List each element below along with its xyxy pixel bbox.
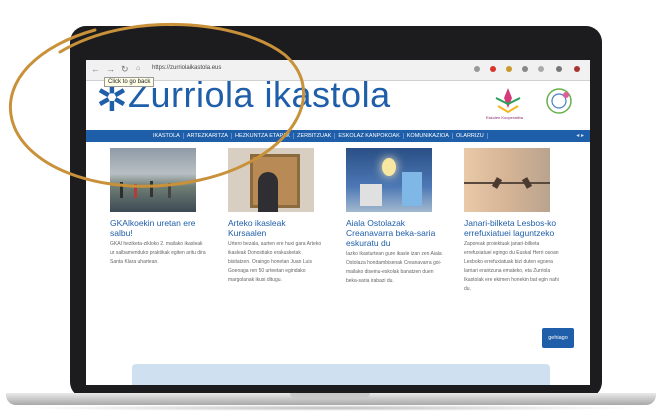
partner-label: Eskolen Kooperatiba bbox=[486, 115, 523, 120]
article-excerpt: GKAI heziketa-zikloko 2. mailako ikaslea… bbox=[110, 241, 206, 265]
more-button[interactable]: gehiago bbox=[542, 328, 574, 348]
home-icon[interactable]: ⌂ bbox=[136, 65, 140, 72]
back-icon[interactable]: ← bbox=[91, 64, 100, 74]
nav-item-eskolaz-kanpokoak[interactable]: ESKOLAZ KANPOKOAK bbox=[335, 133, 404, 139]
main-nav: IKASTOLA ARTEZKARITZA HEZKUNTZA ETAPAK Z… bbox=[86, 130, 590, 142]
extension-icon[interactable] bbox=[522, 66, 528, 72]
article-title[interactable]: Arteko ikasleak Kursaalen bbox=[228, 218, 324, 238]
nav-item-ikastola[interactable]: IKASTOLA bbox=[150, 133, 184, 139]
partner-logo-icon[interactable] bbox=[542, 86, 576, 116]
laptop-screen: ← → ↻ ⌂ https://zurriolaikastola.eus Cli… bbox=[86, 60, 590, 385]
article-card: Janari-bilketa Lesbos-ko errefuxiatuei l… bbox=[464, 148, 560, 294]
article-title[interactable]: Aiala Ostolazak Creanavarra beka-saria e… bbox=[346, 218, 442, 248]
star-icon[interactable] bbox=[474, 66, 480, 72]
extension-icon[interactable] bbox=[490, 66, 496, 72]
extension-icon[interactable] bbox=[574, 66, 580, 72]
menu-icon[interactable] bbox=[556, 66, 562, 72]
article-card: GKAlkoekin uretan ere salbu! GKAI hezike… bbox=[110, 148, 206, 267]
extension-icon[interactable] bbox=[506, 66, 512, 72]
nav-item-zerbitzuak[interactable]: ZERBITZUAK bbox=[294, 133, 336, 139]
laptop-shadow bbox=[20, 405, 642, 411]
nav-item-artezkaritza[interactable]: ARTEZKARITZA bbox=[184, 133, 232, 139]
article-image[interactable] bbox=[110, 148, 196, 212]
footer-banner bbox=[132, 364, 550, 385]
article-title[interactable]: Janari-bilketa Lesbos-ko errefuxiatuei l… bbox=[464, 218, 560, 238]
nav-item-hezkuntza-etapak[interactable]: HEZKUNTZA ETAPAK bbox=[232, 133, 295, 139]
laptop-notch bbox=[290, 393, 370, 398]
article-image[interactable] bbox=[228, 148, 314, 212]
article-excerpt: Zaporeak proiektuak janari-bilketa erref… bbox=[464, 241, 559, 292]
article-card: Arteko ikasleak Kursaalen Urtero bezala,… bbox=[228, 148, 324, 285]
address-bar[interactable]: https://zurriolaikastola.eus bbox=[152, 65, 221, 71]
site-title[interactable]: Zurriola ikastola bbox=[128, 74, 391, 116]
article-image[interactable] bbox=[464, 148, 550, 212]
article-card: Aiala Ostolazak Creanavarra beka-saria e… bbox=[346, 148, 442, 286]
nav-item-olarrizu[interactable]: OLARRIZU bbox=[453, 133, 488, 139]
language-switch-icon[interactable]: ◂ ▸ bbox=[576, 132, 584, 139]
partner-logo-icon[interactable] bbox=[490, 84, 526, 116]
nav-item-komunikazioa[interactable]: KOMUNIKAZIOA bbox=[404, 133, 453, 139]
back-tooltip: Click to go back bbox=[104, 77, 155, 87]
article-image[interactable] bbox=[346, 148, 432, 212]
forward-icon[interactable]: → bbox=[106, 64, 115, 74]
article-excerpt: Urtero bezala, aurten ere huxi gara Arte… bbox=[228, 241, 322, 283]
article-title[interactable]: GKAlkoekin uretan ere salbu! bbox=[110, 218, 206, 238]
article-excerpt: Iazko ikasturtean gure ikasle izan zen A… bbox=[346, 251, 442, 284]
extension-icon[interactable] bbox=[538, 66, 544, 72]
